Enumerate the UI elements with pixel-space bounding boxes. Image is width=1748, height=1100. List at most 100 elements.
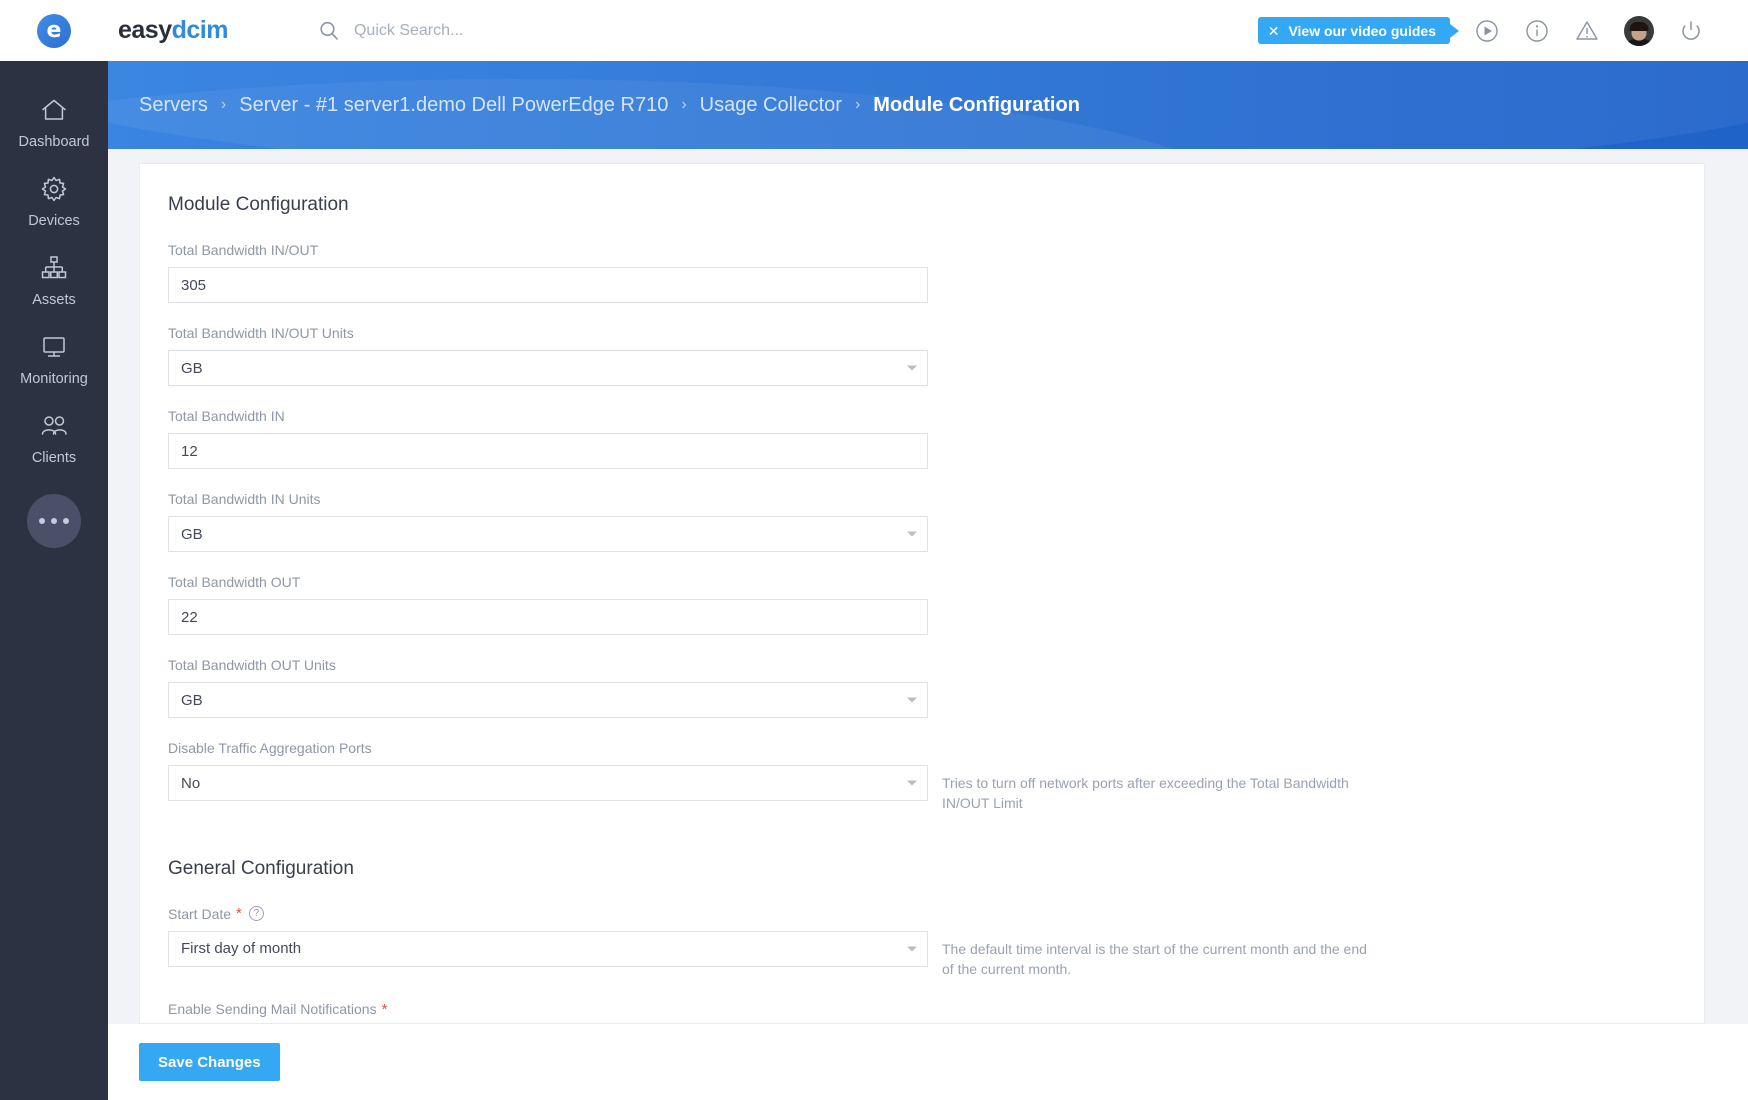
dot-icon [63, 518, 69, 524]
chevron-down-icon [907, 780, 917, 786]
sidebar-more-button[interactable] [27, 494, 81, 548]
field-label: Total Bandwidth OUT [168, 574, 1676, 590]
app-logo[interactable]: e [0, 13, 108, 48]
sidebar-item-label: Devices [28, 213, 80, 229]
breadcrumb-banner: Servers › Server - #1 server1.demo Dell … [108, 61, 1748, 149]
sitemap-icon [39, 253, 69, 283]
avatar[interactable] [1624, 15, 1654, 46]
chevron-down-icon [907, 531, 917, 537]
breadcrumb-item-current: Module Configuration [873, 93, 1080, 116]
chevron-down-icon [907, 697, 917, 703]
field-label: Total Bandwidth OUT Units [168, 657, 1676, 673]
users-icon [38, 411, 70, 441]
total-bandwidth-inout-input[interactable] [168, 267, 928, 303]
label-text: Total Bandwidth IN/OUT [168, 242, 319, 258]
chevron-right-icon: › [681, 96, 687, 113]
sidebar-item-label: Clients [31, 450, 77, 466]
field-total-bandwidth-in: Total Bandwidth IN [168, 408, 1676, 469]
search-input[interactable] [353, 21, 694, 40]
search-icon [318, 20, 340, 42]
start-date-select[interactable]: First day of month [168, 930, 928, 967]
question-mark-icon[interactable]: ? [248, 906, 264, 922]
video-guides-badge[interactable]: ✕ View our video guides [1257, 17, 1450, 44]
field-disable-traffic-aggregation-ports: Disable Traffic Aggregation Ports No Tri… [168, 740, 1676, 814]
chevron-down-icon [907, 946, 917, 952]
close-icon[interactable]: ✕ [1268, 24, 1280, 38]
top-bar: e easydcim ✕ View our video guides [0, 0, 1748, 61]
logo-text-easy: easy [118, 16, 172, 44]
logo-e-icon: e [37, 13, 71, 48]
total-bandwidth-in-input[interactable] [168, 433, 928, 469]
video-guides-label: View our video guides [1288, 22, 1436, 39]
sidebar-item-clients[interactable]: Clients [0, 397, 108, 476]
label-text: Disable Traffic Aggregation Ports [168, 740, 372, 756]
field-help-text: The default time interval is the start o… [942, 940, 1367, 977]
dot-icon [51, 518, 57, 524]
field-label: Total Bandwidth IN Units [168, 491, 1676, 507]
general-configuration-title: General Configuration [168, 857, 354, 879]
form-footer: Save Changes [108, 1024, 1748, 1100]
quick-search[interactable] [318, 20, 694, 42]
dot-icon [39, 518, 45, 524]
sidebar-item-label: Assets [32, 292, 76, 308]
breadcrumb-item-servers[interactable]: Servers [139, 94, 208, 117]
field-total-bandwidth-in-units: Total Bandwidth IN Units GB [168, 491, 1676, 552]
save-changes-button[interactable]: Save Changes [139, 1043, 280, 1081]
sidebar: Dashboard Devices Assets Monitoring Clie… [0, 61, 108, 1100]
disable-traffic-aggregation-ports-select[interactable]: No [168, 765, 928, 801]
field-label: Total Bandwidth IN/OUT Units [168, 325, 1676, 341]
total-bandwidth-inout-units-select[interactable]: GB [168, 350, 928, 386]
select-value: First day of month [181, 940, 302, 958]
power-icon[interactable] [1678, 18, 1704, 44]
required-asterisk: * [381, 1000, 388, 1018]
chevron-down-icon [907, 365, 917, 371]
field-help-text: Tries to turn off network ports after ex… [942, 775, 1349, 812]
field-enable-sending-mail-notifications: Enable Sending Mail Notifications * No C… [168, 1001, 1676, 1023]
logo-text-dcim: dcim [171, 16, 229, 44]
field-label: Total Bandwidth IN/OUT [168, 242, 1676, 258]
label-text: Start Date [168, 905, 232, 922]
select-value: GB [181, 691, 203, 709]
breadcrumb-item-usage-collector[interactable]: Usage Collector [700, 94, 842, 117]
label-text: Total Bandwidth IN Units [168, 491, 321, 507]
field-label: Start Date * ? [168, 906, 1676, 922]
sidebar-item-monitoring[interactable]: Monitoring [0, 318, 108, 397]
play-icon[interactable] [1474, 18, 1500, 44]
logo-text: easydcim [118, 16, 228, 45]
field-total-bandwidth-inout: Total Bandwidth IN/OUT [168, 242, 1676, 303]
total-bandwidth-out-input[interactable] [168, 599, 928, 635]
warning-icon[interactable] [1574, 18, 1600, 44]
sidebar-item-assets[interactable]: Assets [0, 239, 108, 318]
label-text: Total Bandwidth OUT [168, 574, 301, 590]
label-text: Total Bandwidth OUT Units [168, 657, 336, 673]
field-total-bandwidth-inout-units: Total Bandwidth IN/OUT Units GB [168, 325, 1676, 386]
sidebar-item-devices[interactable]: Devices [0, 160, 108, 239]
total-bandwidth-out-units-select[interactable]: GB [168, 682, 928, 718]
label-text: Total Bandwidth IN/OUT Units [168, 325, 354, 341]
module-configuration-card: Module Configuration Total Bandwidth IN/… [139, 163, 1705, 1024]
total-bandwidth-in-units-select[interactable]: GB [168, 516, 928, 552]
select-value: GB [181, 525, 203, 543]
field-label: Total Bandwidth IN [168, 408, 1676, 424]
sidebar-item-label: Dashboard [18, 134, 90, 150]
select-value: No [181, 774, 201, 792]
chevron-right-icon: › [220, 96, 227, 113]
home-icon [39, 95, 69, 125]
gear-icon [40, 174, 68, 204]
label-text: Enable Sending Mail Notifications [168, 1001, 377, 1018]
select-value: GB [181, 359, 203, 377]
field-start-date: Start Date * ? First day of month The de… [168, 906, 1676, 980]
monitor-icon [39, 332, 69, 362]
field-label: Disable Traffic Aggregation Ports [168, 740, 1676, 756]
sidebar-item-label: Monitoring [20, 371, 88, 387]
label-text: Total Bandwidth IN [168, 408, 285, 424]
field-total-bandwidth-out: Total Bandwidth OUT [168, 574, 1676, 635]
chevron-right-icon: › [854, 96, 861, 113]
info-icon[interactable] [1524, 18, 1550, 44]
required-asterisk: * [236, 905, 242, 923]
breadcrumb: Servers › Server - #1 server1.demo Dell … [108, 61, 1748, 149]
top-bar-actions: ✕ View our video guides [1257, 15, 1748, 46]
sidebar-item-dashboard[interactable]: Dashboard [0, 81, 108, 160]
field-label: Enable Sending Mail Notifications * [168, 1001, 1676, 1017]
breadcrumb-item-server[interactable]: Server - #1 server1.demo Dell PowerEdge … [239, 94, 668, 117]
